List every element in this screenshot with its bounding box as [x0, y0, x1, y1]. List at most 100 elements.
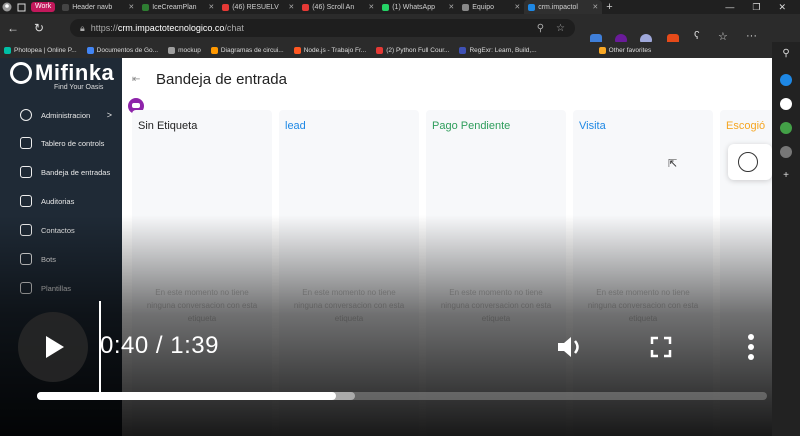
- profile-avatar-icon[interactable]: [0, 0, 14, 14]
- openai-icon[interactable]: [780, 98, 792, 110]
- column-title[interactable]: Visita: [579, 120, 606, 132]
- bookmark-item[interactable]: Node.js - Trabajo Fr...: [293, 46, 366, 54]
- page-header: ⇤ Bandeja de entrada: [122, 66, 287, 92]
- bookmark-label: mockup: [178, 46, 201, 54]
- bookmark-item[interactable]: (2) Python Full Cour...: [376, 46, 450, 54]
- bookmark-label: Other favorites: [608, 46, 652, 54]
- browser-tab[interactable]: Header navb ✕: [58, 0, 138, 14]
- extension-icon[interactable]: [780, 122, 792, 134]
- inbox-icon: [20, 166, 32, 178]
- bookmarks-bar: Photopea | Online P... Documentos de Go..…: [0, 42, 772, 58]
- bookmark-label: Diagramas de circui...: [220, 46, 284, 54]
- close-tab-icon[interactable]: ✕: [128, 3, 134, 11]
- bookmark-item[interactable]: mockup: [168, 46, 201, 54]
- browser-tab-strip: Work Header navb ✕ IceCreamPlan ✕ (46) RESUE…: [0, 0, 800, 14]
- browser-tab[interactable]: (1) WhatsApp ✕: [378, 0, 458, 14]
- tab-favicon-icon: [528, 3, 536, 11]
- bookmark-item[interactable]: Documentos de Go...: [86, 46, 159, 54]
- bookmark-favicon-icon: [598, 46, 606, 54]
- bookmark-item[interactable]: Photopea | Online P...: [4, 46, 77, 54]
- chevron-right-icon[interactable]: >: [107, 110, 112, 120]
- address-toolbar: ← ↻ 🔒︎ https://crm.impactotecnologico.co…: [0, 14, 800, 46]
- bookmark-favicon-icon: [168, 46, 176, 54]
- extensions-puzzle-icon[interactable]: ʕ: [694, 30, 700, 42]
- restore-icon[interactable]: ❐: [752, 2, 760, 13]
- url-path: /chat: [224, 23, 244, 33]
- more-menu-icon[interactable]: ···: [746, 30, 757, 42]
- close-tab-icon[interactable]: ✕: [592, 3, 598, 11]
- workspace-badge[interactable]: Work: [31, 2, 56, 12]
- brand-logo[interactable]: Mifinka Find Your Oasis: [10, 62, 114, 91]
- favorite-star-icon[interactable]: ☆: [556, 23, 565, 34]
- tab-label: Header navb: [72, 3, 113, 11]
- video-more-options-icon[interactable]: [747, 334, 755, 362]
- new-tab-button[interactable]: +: [602, 0, 616, 14]
- url-scheme: https://: [90, 23, 118, 33]
- sidebar-item-label: Bandeja de entradas: [41, 167, 111, 177]
- bookmark-favicon-icon: [4, 46, 11, 54]
- tab-actions-icon[interactable]: [14, 0, 28, 14]
- close-tab-icon[interactable]: ✕: [208, 3, 214, 11]
- column-title[interactable]: lead: [285, 120, 306, 132]
- add-icon[interactable]: +: [780, 170, 792, 182]
- reload-icon[interactable]: ↻: [26, 21, 52, 35]
- bookmark-item[interactable]: Other favorites: [598, 46, 652, 54]
- search-icon[interactable]: ⚲: [780, 48, 792, 60]
- audit-icon: [20, 195, 32, 207]
- minimize-icon[interactable]: —: [725, 2, 734, 12]
- bookmark-item[interactable]: RegExr: Learn, Build,...: [459, 46, 537, 54]
- bookmark-item[interactable]: Diagramas de circui...: [210, 46, 284, 54]
- bookmark-label: (2) Python Full Cour...: [386, 46, 450, 54]
- volume-icon[interactable]: [556, 332, 586, 362]
- close-tab-icon[interactable]: ✕: [368, 3, 374, 11]
- close-tab-icon[interactable]: ✕: [514, 3, 520, 11]
- close-tab-icon[interactable]: ✕: [448, 3, 454, 11]
- column-title[interactable]: Escogió: [726, 120, 765, 132]
- sidebar-item[interactable]: Tablero de controls: [0, 132, 122, 154]
- video-controls-shade: [0, 215, 772, 436]
- tab-favicon-icon: [222, 3, 230, 11]
- zoom-icon[interactable]: ⚲: [537, 23, 544, 34]
- bookmark-label: RegExr: Learn, Build,...: [469, 46, 537, 54]
- window-controls: — ❐ ✕: [725, 0, 800, 14]
- sidebar-item[interactable]: Bandeja de entradas: [0, 161, 122, 183]
- sidebar-item[interactable]: Auditorias: [0, 190, 122, 212]
- lock-icon: 🔒︎: [80, 22, 85, 33]
- bookmark-label: Documentos de Go...: [96, 46, 159, 54]
- video-progress-bar[interactable]: [37, 392, 767, 400]
- browser-tab[interactable]: Equipo ✕: [458, 0, 524, 14]
- fullscreen-icon[interactable]: [650, 336, 672, 358]
- tab-label: Equipo: [472, 3, 495, 11]
- close-window-icon[interactable]: ✕: [778, 2, 786, 13]
- tab-label: (46) Scroll An: [312, 3, 355, 11]
- browser-tab[interactable]: IceCreamPlan ✕: [138, 0, 218, 14]
- sidebar-item[interactable]: Administracion >: [0, 104, 122, 126]
- sidebar-item-label: Auditorias: [41, 196, 75, 206]
- close-tab-icon[interactable]: ✕: [288, 3, 294, 11]
- column-title[interactable]: Pago Pendiente: [432, 120, 510, 132]
- dashboard-icon: [20, 137, 32, 149]
- tab-label: IceCreamPlan: [152, 3, 197, 11]
- outlook-icon[interactable]: [780, 146, 792, 158]
- contact-card[interactable]: [728, 144, 772, 180]
- tab-label: (1) WhatsApp: [392, 3, 436, 11]
- bookmark-favicon-icon: [376, 46, 384, 54]
- column-title[interactable]: Sin Etiqueta: [138, 120, 197, 132]
- sidebar-item-label: Tablero de controls: [41, 138, 105, 148]
- user-icon: [738, 152, 758, 172]
- browser-tab[interactable]: (46) Scroll An ✕: [298, 0, 378, 14]
- page-title: Bandeja de entrada: [156, 70, 287, 88]
- copilot-icon[interactable]: [780, 74, 792, 86]
- bookmark-favicon-icon: [210, 46, 218, 54]
- bookmark-label: Photopea | Online P...: [14, 46, 77, 54]
- browser-tab[interactable]: (46) RESUELV ✕: [218, 0, 298, 14]
- play-button[interactable]: [18, 312, 88, 382]
- tab-favicon-icon: [62, 3, 70, 11]
- bookmark-favicon-icon: [293, 46, 301, 54]
- mouse-cursor-icon: ⇱: [668, 158, 678, 170]
- url-bar[interactable]: 🔒︎ https://crm.impactotecnologico.co/cha…: [70, 19, 575, 37]
- back-arrow-icon[interactable]: ←: [0, 21, 26, 35]
- tab-label: crm.impactol: [538, 3, 578, 11]
- browser-tab[interactable]: crm.impactol ✕: [524, 0, 603, 14]
- collapse-sidebar-icon[interactable]: ⇤: [132, 74, 146, 85]
